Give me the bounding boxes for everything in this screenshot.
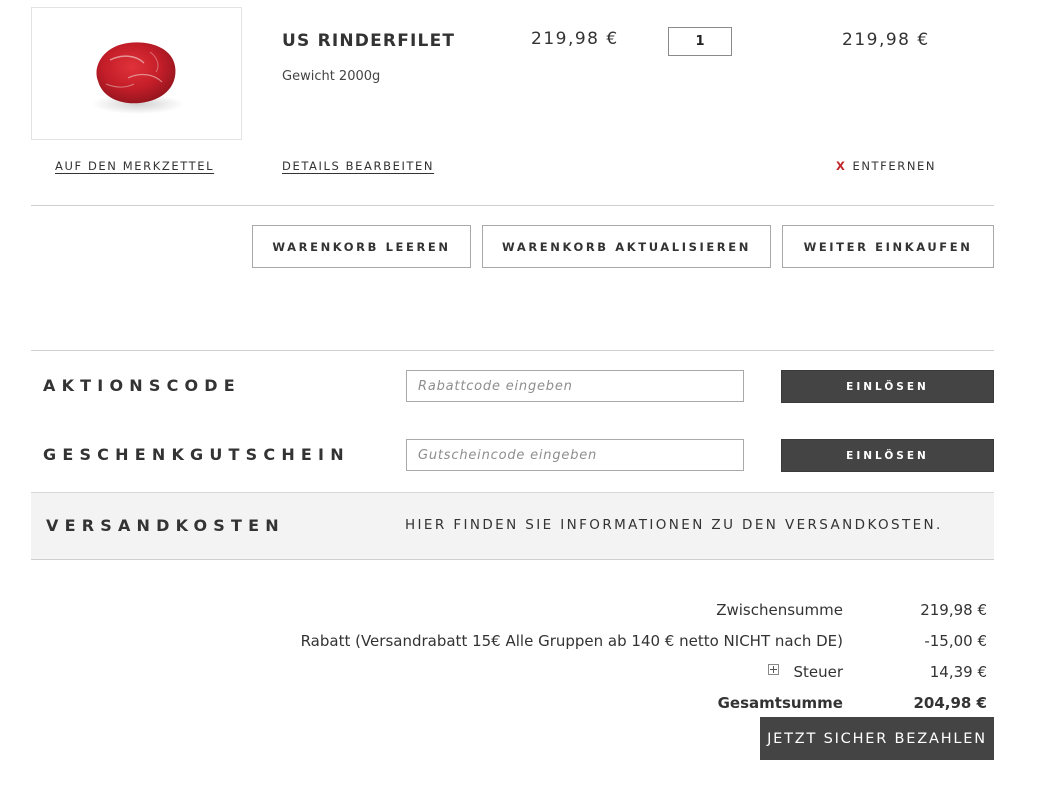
shipping-label: VERSANDKOSTEN	[46, 516, 285, 535]
discount-label: Rabatt (Versandrabatt 15€ Alle Gruppen a…	[300, 632, 843, 650]
steak-image	[92, 42, 184, 114]
checkout-button[interactable]: JETZT SICHER BEZAHLEN	[760, 717, 994, 760]
divider	[31, 205, 994, 206]
redeem-promo-button[interactable]: EINLÖSEN	[781, 370, 994, 403]
promo-code-input[interactable]	[406, 370, 744, 402]
close-icon: X	[836, 159, 847, 173]
grand-total-label: Gesamtsumme	[717, 694, 843, 712]
divider	[31, 350, 994, 351]
gift-card-input[interactable]	[406, 439, 744, 471]
row-total: 219,98 €	[842, 30, 930, 50]
promo-code-label: AKTIONSCODE	[43, 376, 241, 395]
tax-value: 14,39 €	[929, 663, 987, 681]
remove-item-link[interactable]: X ENTFERNEN	[836, 159, 936, 173]
unit-price: 219,98 €	[531, 29, 619, 49]
expand-plus-icon[interactable]	[768, 664, 780, 675]
subtotal-value: 219,98 €	[920, 601, 987, 619]
gift-card-label: GESCHENKGUTSCHEIN	[43, 445, 350, 464]
edit-details-link[interactable]: DETAILS BEARBEITEN	[282, 159, 434, 173]
product-weight: Gewicht 2000g	[282, 69, 381, 84]
grand-total-value: 204,98 €	[913, 694, 987, 712]
add-to-wishlist-link[interactable]: AUF DEN MERKZETTEL	[55, 159, 214, 173]
redeem-gift-card-button[interactable]: EINLÖSEN	[781, 439, 994, 472]
product-image[interactable]	[31, 7, 242, 140]
update-cart-button[interactable]: WARENKORB AKTUALISIEREN	[482, 225, 771, 268]
product-name[interactable]: US RINDERFILET	[282, 31, 455, 51]
tax-row[interactable]: Steuer	[768, 663, 843, 681]
subtotal-label: Zwischensumme	[716, 601, 843, 619]
tax-label: Steuer	[793, 663, 843, 681]
shipping-info-link[interactable]: HIER FINDEN SIE INFORMATIONEN ZU DEN VER…	[405, 517, 943, 533]
clear-cart-button[interactable]: WARENKORB LEEREN	[252, 225, 471, 268]
quantity-input[interactable]	[668, 27, 732, 56]
remove-label: ENTFERNEN	[852, 159, 937, 173]
continue-shopping-button[interactable]: WEITER EINKAUFEN	[782, 225, 994, 268]
discount-value: -15,00 €	[924, 632, 987, 650]
